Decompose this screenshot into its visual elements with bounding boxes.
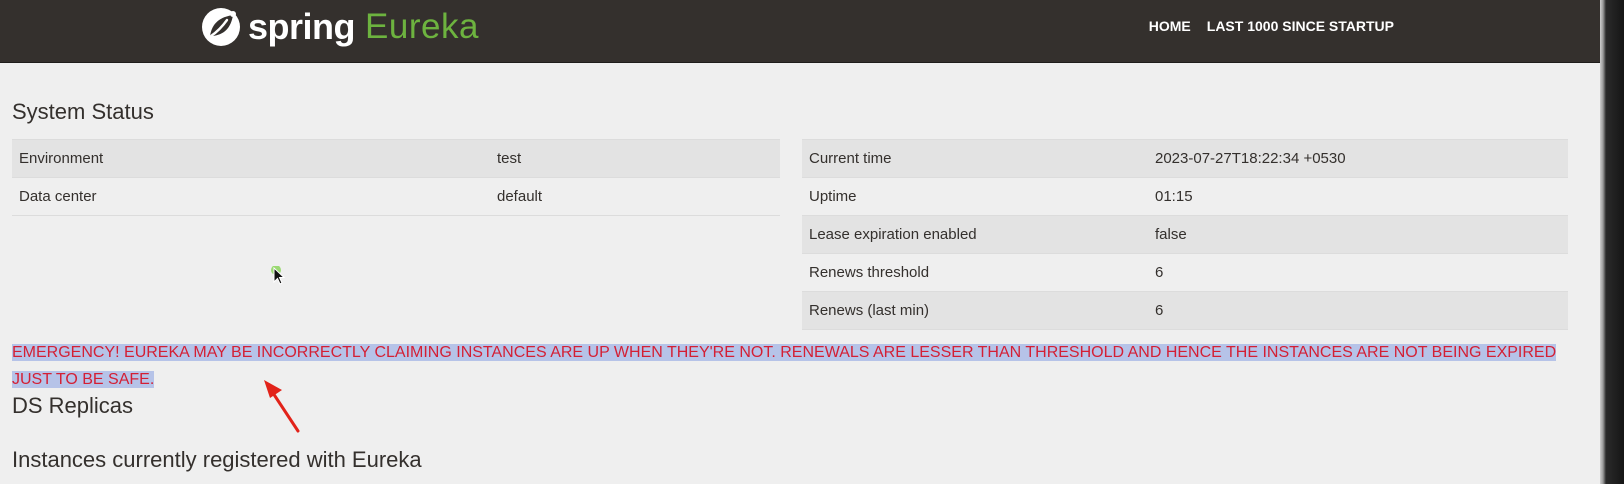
instances-title: Instances currently registered with Eure… <box>12 447 422 472</box>
system-status-left-table: Environment test Data center default <box>12 139 780 216</box>
table-row: Uptime 01:15 <box>802 177 1568 216</box>
lease-expiration-value: false <box>1148 215 1568 254</box>
environment-value: test <box>490 139 780 178</box>
window-right-edge <box>1600 0 1624 484</box>
table-row: Environment test <box>12 139 780 178</box>
table-row: Renews (last min) 6 <box>802 291 1568 330</box>
renews-last-min-value: 6 <box>1148 291 1568 330</box>
data-center-value: default <box>490 177 780 216</box>
lease-expiration-label: Lease expiration enabled <box>802 215 1148 254</box>
nav-last-1000-link[interactable]: LAST 1000 SINCE STARTUP <box>1207 18 1394 34</box>
navbar: spring Eureka HOME LAST 1000 SINCE START… <box>0 0 1600 63</box>
emergency-warning-text: EMERGENCY! EUREKA MAY BE INCORRECTLY CLA… <box>12 344 1557 388</box>
data-center-label: Data center <box>12 177 490 216</box>
current-time-value: 2023-07-27T18:22:34 +0530 <box>1148 139 1568 178</box>
table-row: Current time 2023-07-27T18:22:34 +0530 <box>802 139 1568 178</box>
system-status-right-table: Current time 2023-07-27T18:22:34 +0530 U… <box>802 139 1568 330</box>
uptime-value: 01:15 <box>1148 177 1568 216</box>
brand-spring-text: spring <box>248 6 356 47</box>
spring-logo-icon <box>202 8 240 46</box>
eureka-dashboard-page: spring Eureka HOME LAST 1000 SINCE START… <box>0 0 1600 484</box>
nav-links: HOME LAST 1000 SINCE STARTUP <box>1149 18 1394 34</box>
system-status-title: System Status <box>12 99 154 124</box>
table-row: Lease expiration enabled false <box>802 215 1568 254</box>
renews-threshold-value: 6 <box>1148 253 1568 292</box>
emergency-warning: EMERGENCY! EUREKA MAY BE INCORRECTLY CLA… <box>12 339 1582 393</box>
current-time-label: Current time <box>802 139 1148 178</box>
renews-last-min-label: Renews (last min) <box>802 291 1148 330</box>
environment-label: Environment <box>12 139 490 178</box>
nav-home-link[interactable]: HOME <box>1149 18 1191 34</box>
uptime-label: Uptime <box>802 177 1148 216</box>
red-arrow-annotation-icon <box>264 380 300 433</box>
ds-replicas-title: DS Replicas <box>12 393 134 418</box>
brand-eureka-text: Eureka <box>365 7 479 46</box>
renews-threshold-label: Renews threshold <box>802 253 1148 292</box>
table-row: Renews threshold 6 <box>802 253 1568 292</box>
table-row: Data center default <box>12 177 780 216</box>
brand[interactable]: spring Eureka <box>200 4 479 50</box>
mouse-cursor-icon <box>271 266 286 285</box>
